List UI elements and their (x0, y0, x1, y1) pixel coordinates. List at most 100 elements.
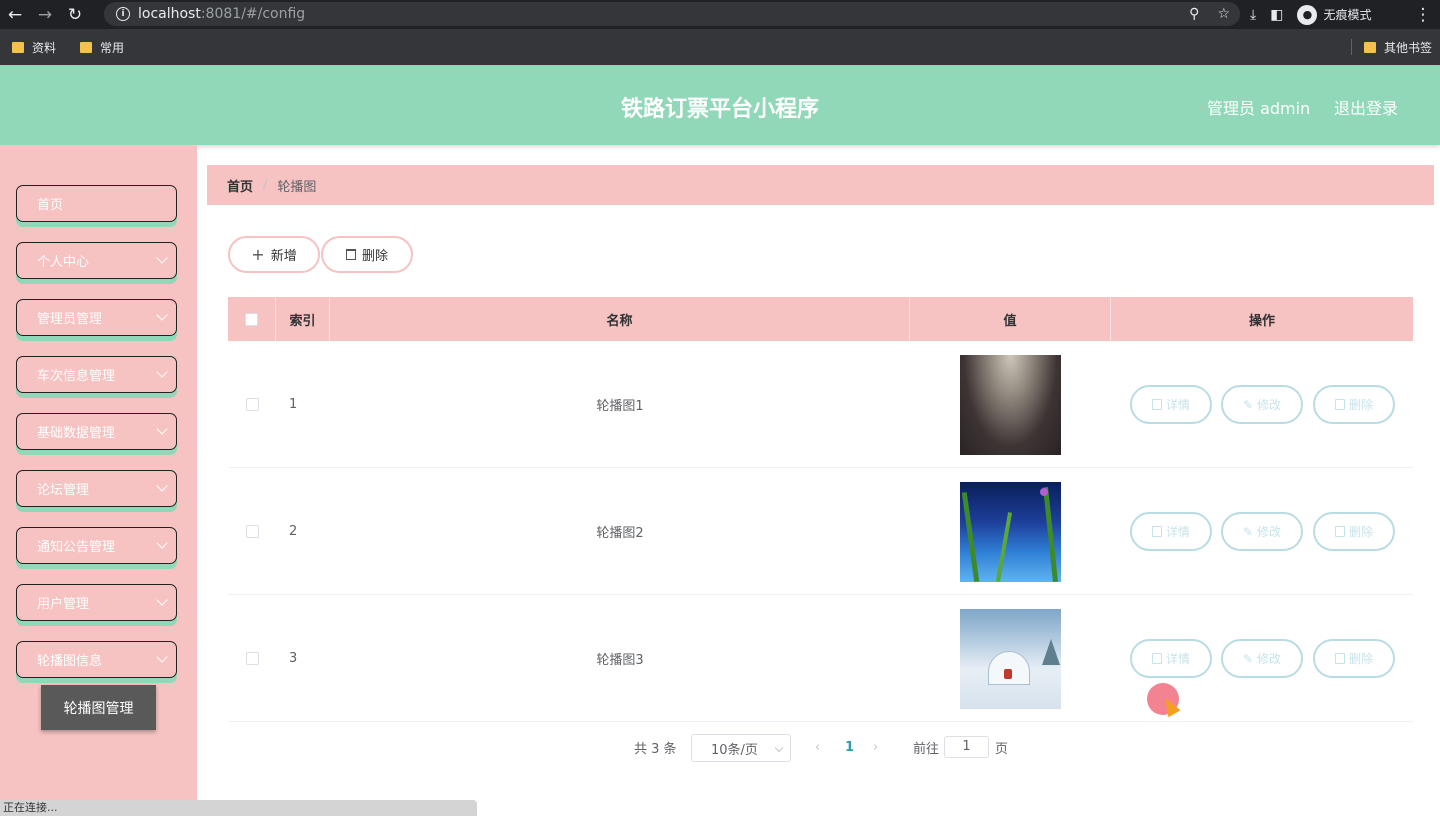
bookmark-folder[interactable]: 常用 (80, 39, 124, 56)
row-delete-label: 删除 (1348, 398, 1373, 412)
key-icon[interactable]: ⚲ (1189, 6, 1199, 22)
back-icon[interactable]: ← (0, 0, 30, 29)
table-row: 2 轮播图2 详情 ✎ 修改 删除 (228, 468, 1413, 595)
sidebar-item-label: 基础数据管理 (37, 426, 116, 441)
sidebar-item-label: 通知公告管理 (37, 540, 116, 555)
sidebar-item-users[interactable]: 用户管理 (16, 584, 177, 621)
sidebar-item-forum[interactable]: 论坛管理 (16, 470, 177, 507)
sidebar-item-trains[interactable]: 车次信息管理 (16, 356, 177, 393)
page-number-current[interactable]: 1 (845, 733, 854, 761)
detail-button[interactable]: 详情 (1130, 512, 1212, 551)
goto-page-input[interactable]: 1 (944, 736, 989, 758)
breadcrumb: 首页 / 轮播图 (207, 165, 1434, 205)
breadcrumb-separator: / (263, 177, 268, 193)
trash-icon (1334, 526, 1345, 537)
browser-status-bar: 正在连接... (0, 800, 477, 816)
incognito-icon: ● (1297, 4, 1318, 25)
bookmark-folder[interactable]: 资料 (12, 39, 56, 56)
sidepanel-icon[interactable]: ◧ (1270, 7, 1283, 23)
bookmark-divider (1351, 39, 1352, 55)
folder-icon (12, 41, 24, 53)
delete-button-label: 删除 (361, 249, 388, 264)
delete-button[interactable]: 删除 (321, 236, 413, 273)
sidebar-item-label: 个人中心 (37, 255, 90, 270)
app-header: 铁路订票平台小程序 管理员 admin 退出登录 (0, 65, 1440, 145)
edit-button[interactable]: ✎ 修改 (1221, 512, 1303, 551)
bookmark-label: 常用 (100, 40, 125, 55)
plus-icon: + (251, 245, 265, 264)
edit-button[interactable]: ✎ 修改 (1221, 639, 1303, 678)
carousel-thumbnail[interactable] (960, 608, 1061, 709)
page-size-value: 10条/页 (711, 742, 758, 758)
row-delete-button[interactable]: 删除 (1313, 385, 1395, 424)
flower-dot (1040, 487, 1048, 496)
edit-button[interactable]: ✎ 修改 (1221, 385, 1303, 424)
chevron-down-icon (156, 537, 168, 549)
admin-label: 管理员 admin (1207, 99, 1311, 118)
chevron-down-icon (156, 309, 168, 321)
row-delete-button[interactable]: 删除 (1313, 512, 1395, 551)
edit-label: 修改 (1257, 398, 1282, 412)
chevron-down-icon (156, 651, 168, 663)
row-delete-button[interactable]: 删除 (1313, 639, 1395, 678)
detail-label: 详情 (1165, 525, 1190, 539)
sidebar-item-profile[interactable]: 个人中心 (16, 242, 177, 279)
logout-link[interactable]: 退出登录 (1334, 95, 1398, 119)
row-name: 轮播图3 (596, 653, 644, 668)
chevron-down-icon (156, 423, 168, 435)
detail-button[interactable]: 详情 (1130, 639, 1212, 678)
row-value (910, 595, 1111, 722)
table-row: 1 轮播图1 详情 ✎ 修改 删除 (228, 341, 1413, 468)
address-bar[interactable]: i localhost:8081/#/config ⚲ ☆ (104, 2, 1240, 26)
row-checkbox[interactable] (245, 398, 259, 411)
carousel-thumbnail[interactable] (960, 354, 1061, 455)
incognito-label: 无痕模式 (1323, 8, 1372, 22)
page-suffix: 页 (995, 741, 1009, 757)
row-checkbox[interactable] (245, 525, 259, 538)
incognito-badge[interactable]: ● 无痕模式 (1297, 4, 1372, 25)
igloo-shape (988, 650, 1030, 685)
next-page-icon[interactable]: › (873, 733, 878, 761)
header-action: 操作 (1248, 313, 1275, 329)
row-index: 2 (289, 524, 298, 539)
url-path: :8081/#/config (200, 6, 306, 22)
browser-toolbar: ← → ↻ i localhost:8081/#/config ⚲ ☆ ⤓ ◧ … (0, 0, 1440, 29)
sidebar-item-notices[interactable]: 通知公告管理 (16, 527, 177, 564)
prev-page-icon[interactable]: ‹ (815, 733, 820, 761)
add-button[interactable]: + 新增 (228, 236, 320, 273)
edit-label: 修改 (1257, 652, 1282, 666)
document-icon (1151, 653, 1162, 664)
goto-label: 前往 (913, 741, 940, 757)
page-size-select[interactable]: 10条/页 (691, 734, 791, 762)
url-text: localhost:8081/#/config (138, 6, 305, 22)
sidebar-item-label: 管理员管理 (37, 312, 103, 327)
star-icon[interactable]: ☆ (1217, 6, 1230, 22)
carousel-thumbnail[interactable] (960, 481, 1061, 582)
trash-icon (1334, 653, 1345, 664)
url-host: localhost (138, 6, 201, 22)
row-checkbox-cell (228, 468, 276, 595)
reload-icon[interactable]: ↻ (60, 0, 90, 29)
plant-stroke (995, 511, 1013, 582)
row-value (910, 341, 1111, 468)
row-checkbox[interactable] (245, 652, 259, 665)
menu-dots-icon[interactable]: ⋮ (1408, 0, 1438, 29)
chevron-down-icon (156, 480, 168, 492)
download-icon[interactable]: ⤓ (1250, 7, 1256, 23)
chevron-down-icon (156, 252, 168, 264)
pencil-icon: ✎ (1242, 524, 1254, 539)
sidebar-item-basic-data[interactable]: 基础数据管理 (16, 413, 177, 450)
other-bookmarks[interactable]: 其他书签 (1364, 29, 1432, 65)
sidebar: 首页 个人中心 管理员管理 车次信息管理 基础数据管理 论坛管理 通知公告管理 … (0, 145, 197, 816)
detail-button[interactable]: 详情 (1130, 385, 1212, 424)
sidebar-subitem-carousel-manage[interactable]: 轮播图管理 (41, 685, 156, 730)
sidebar-item-carousel[interactable]: 轮播图信息 (16, 641, 177, 678)
forward-icon[interactable]: → (30, 0, 60, 29)
breadcrumb-home[interactable]: 首页 (227, 176, 253, 195)
sidebar-item-home[interactable]: 首页 (16, 185, 177, 222)
site-info-icon[interactable]: i (116, 7, 130, 21)
select-all-checkbox[interactable] (245, 312, 258, 326)
plant-stroke (1043, 486, 1058, 582)
sidebar-item-admins[interactable]: 管理员管理 (16, 299, 177, 336)
table-header: 索引 名称 值 操作 (228, 297, 1413, 341)
